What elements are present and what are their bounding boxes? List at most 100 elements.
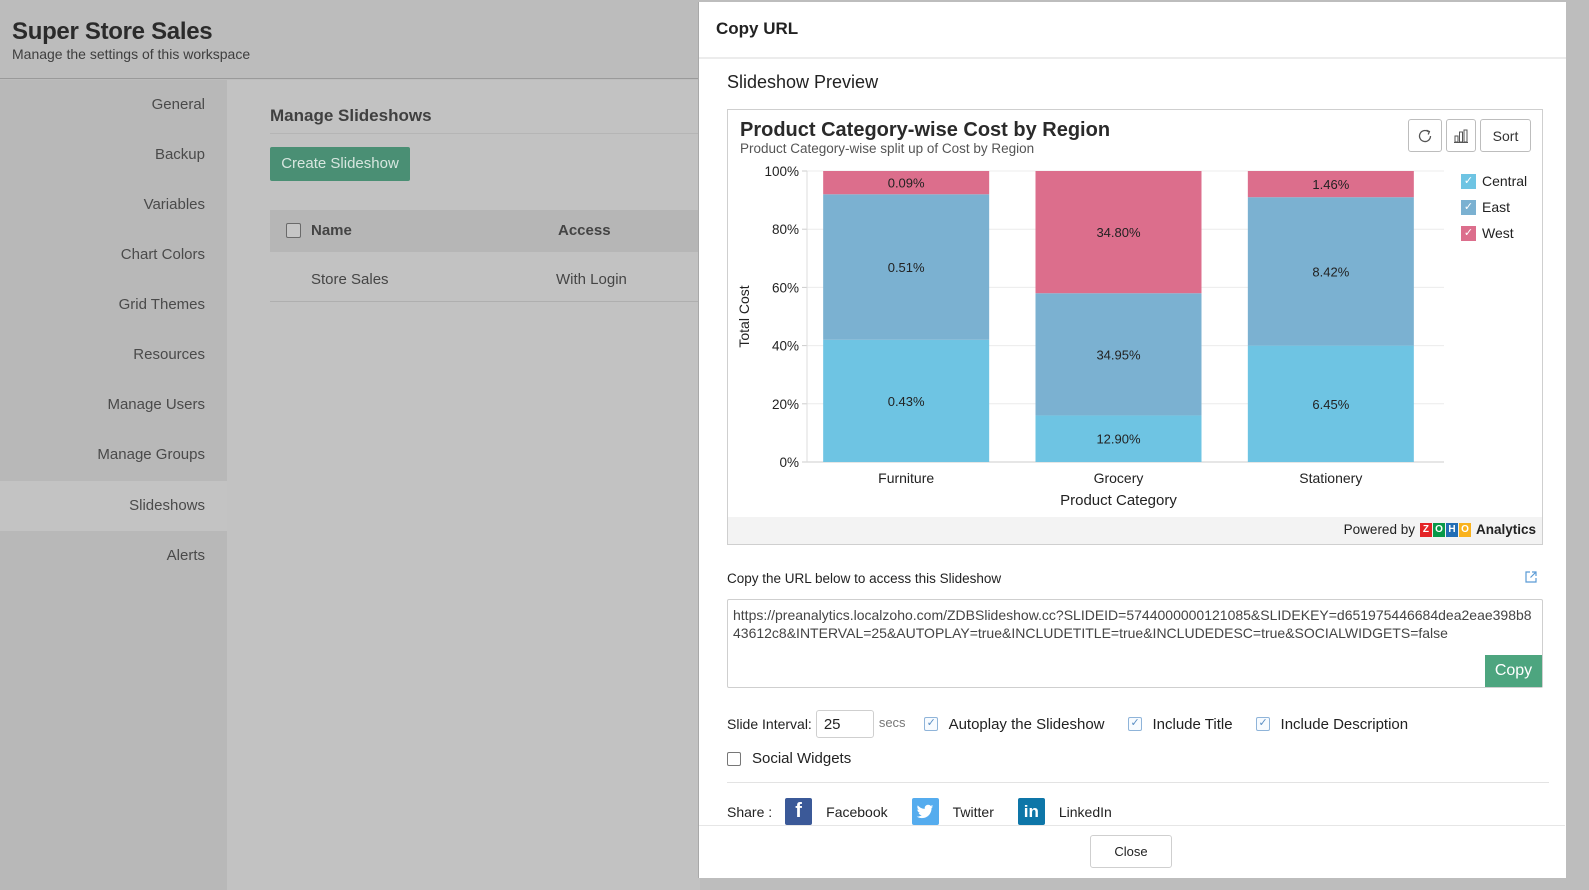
page-title: Manage Slideshows <box>270 106 432 125</box>
facebook-icon[interactable]: f <box>785 798 813 825</box>
include-title-checkbox[interactable] <box>1127 716 1142 731</box>
y-tick-label: 60% <box>772 280 799 295</box>
share-label: Share : <box>727 803 773 820</box>
autoplay-label[interactable]: Autoplay the Slideshow <box>949 716 1105 733</box>
legend-check-icon: ✓ <box>1461 199 1476 215</box>
data-label: 34.80% <box>1096 225 1141 240</box>
brand-product-name: Analytics <box>1475 522 1536 537</box>
workspace-header: Super Store Sales Manage the settings of… <box>0 0 700 79</box>
logo-letter: O <box>1432 522 1445 537</box>
legend-item-east[interactable]: ✓ East <box>1461 194 1527 220</box>
autoplay-checkbox[interactable] <box>923 716 938 731</box>
legend-check-icon: ✓ <box>1461 173 1476 189</box>
sidebar-item-manage-groups[interactable]: Manage Groups <box>0 430 227 480</box>
zoho-logo-icon: Z O H O <box>1419 522 1471 537</box>
dialog-title: Copy URL <box>716 19 799 38</box>
slide-interval-input[interactable] <box>815 710 874 738</box>
share-facebook[interactable]: Facebook <box>826 804 887 820</box>
sidebar-item-slideshows[interactable]: Slideshows <box>0 481 227 531</box>
chart-footer: Powered by Z O H O Analytics <box>728 517 1542 544</box>
x-axis-label: Product Category <box>1060 492 1177 509</box>
copy-url-dialog: Copy URL Slideshow Preview 0% 20% 40% 60% 80… <box>698 2 1566 878</box>
data-label: 0.43% <box>888 394 925 409</box>
x-tick-label: Furniture <box>878 470 934 486</box>
sidebar-item-manage-users[interactable]: Manage Users <box>0 380 227 430</box>
slideshow-access: With Login <box>556 271 627 288</box>
legend-label: East <box>1482 199 1511 215</box>
y-tick-label: 0% <box>779 455 799 470</box>
chart-type-button[interactable] <box>1446 119 1476 152</box>
chart-title: Product Category-wise Cost by Region <box>740 119 1111 141</box>
twitter-bird-glyph <box>916 804 934 818</box>
data-label: 12.90% <box>1096 432 1141 447</box>
y-axis-label: Total Cost <box>736 285 752 347</box>
open-in-new-tab-icon[interactable] <box>1524 570 1538 584</box>
x-tick-label: Stationery <box>1299 470 1362 486</box>
powered-by: Powered by Z O H O Analytics <box>1344 522 1536 537</box>
sort-button[interactable]: Sort <box>1480 119 1531 152</box>
table-row[interactable]: Store Sales With Login <box>270 258 700 302</box>
footer-divider <box>699 825 1565 826</box>
data-label: 34.95% <box>1096 347 1141 362</box>
social-widgets-label[interactable]: Social Widgets <box>752 750 851 767</box>
slide-interval-label: Slide Interval: <box>727 716 812 732</box>
refresh-icon <box>1418 129 1432 142</box>
slideshow-url-field[interactable]: https://preanalytics.localzoho.com/ZDBSl… <box>727 599 1543 688</box>
powered-by-text: Powered by <box>1343 522 1415 537</box>
logo-letter: H <box>1445 522 1458 537</box>
refresh-button[interactable] <box>1408 119 1442 152</box>
y-tick-label: 40% <box>772 339 799 354</box>
sidebar-item-chart-colors[interactable]: Chart Colors <box>0 230 227 280</box>
y-tick-label: 100% <box>764 164 799 179</box>
settings-sidebar: General Backup Variables Chart Colors Gr… <box>0 80 227 890</box>
include-title-label[interactable]: Include Title <box>1153 716 1233 733</box>
table-header: Name Access <box>270 210 700 252</box>
x-tick-label: Grocery <box>1094 470 1144 486</box>
legend-label: West <box>1482 225 1514 241</box>
legend-item-west[interactable]: ✓ West <box>1461 220 1527 246</box>
twitter-icon[interactable] <box>911 798 939 825</box>
slideshow-name[interactable]: Store Sales <box>311 271 389 288</box>
legend-item-central[interactable]: ✓ Central <box>1461 168 1527 194</box>
legend-label: Central <box>1482 173 1528 189</box>
legend-check-icon: ✓ <box>1461 225 1476 241</box>
bar-chart-icon <box>1454 129 1468 143</box>
data-label: 0.09% <box>888 176 925 191</box>
column-header-access[interactable]: Access <box>558 222 611 239</box>
options-row: Slide Interval: secs Autoplay the Slides… <box>727 710 1431 738</box>
close-button[interactable]: Close <box>1090 835 1172 868</box>
chart-subtitle: Product Category-wise split up of Cost b… <box>740 141 1035 156</box>
slideshow-preview-label: Slideshow Preview <box>727 72 879 92</box>
social-widgets-checkbox[interactable] <box>727 751 741 766</box>
copy-button[interactable]: Copy <box>1485 655 1542 687</box>
logo-letter: Z <box>1419 522 1432 537</box>
chart-preview: 0% 20% 40% 60% 80% 100% Total Cost 0.43% 0.51% 0.… <box>727 109 1543 545</box>
include-description-label[interactable]: Include Description <box>1281 716 1409 733</box>
workspace-title: Super Store Sales <box>12 18 213 45</box>
dialog-header: Copy URL <box>699 2 1566 59</box>
title-divider <box>270 133 700 134</box>
sidebar-item-resources[interactable]: Resources <box>0 330 227 380</box>
workspace-subtitle: Manage the settings of this workspace <box>12 46 251 62</box>
data-label: 6.45% <box>1312 397 1349 412</box>
select-all-checkbox[interactable] <box>286 223 301 238</box>
data-label: 8.42% <box>1312 264 1349 279</box>
create-slideshow-button[interactable]: Create Slideshow <box>270 147 410 181</box>
main-content: Manage Slideshows Create Slideshow Name … <box>227 80 700 890</box>
sidebar-item-general[interactable]: General <box>0 80 227 130</box>
share-linkedin[interactable]: LinkedIn <box>1059 804 1112 820</box>
sidebar-item-backup[interactable]: Backup <box>0 130 227 180</box>
chart-legend: ✓ Central ✓ East ✓ West <box>1461 168 1527 246</box>
column-header-name[interactable]: Name <box>311 222 352 239</box>
sidebar-item-alerts[interactable]: Alerts <box>0 531 227 581</box>
stacked-bar-chart: 0% 20% 40% 60% 80% 100% Total Cost 0.43% 0.51% 0.… <box>736 164 1444 509</box>
sidebar-item-variables[interactable]: Variables <box>0 180 227 230</box>
sidebar-item-grid-themes[interactable]: Grid Themes <box>0 280 227 330</box>
secs-label: secs <box>878 714 906 730</box>
social-widgets-row: Social Widgets <box>727 750 874 767</box>
url-label: Copy the URL below to access this Slides… <box>727 571 1002 586</box>
y-tick-label: 80% <box>772 222 799 237</box>
include-description-checkbox[interactable] <box>1255 716 1270 731</box>
linkedin-icon[interactable]: in <box>1017 798 1045 825</box>
share-twitter[interactable]: Twitter <box>953 804 994 820</box>
